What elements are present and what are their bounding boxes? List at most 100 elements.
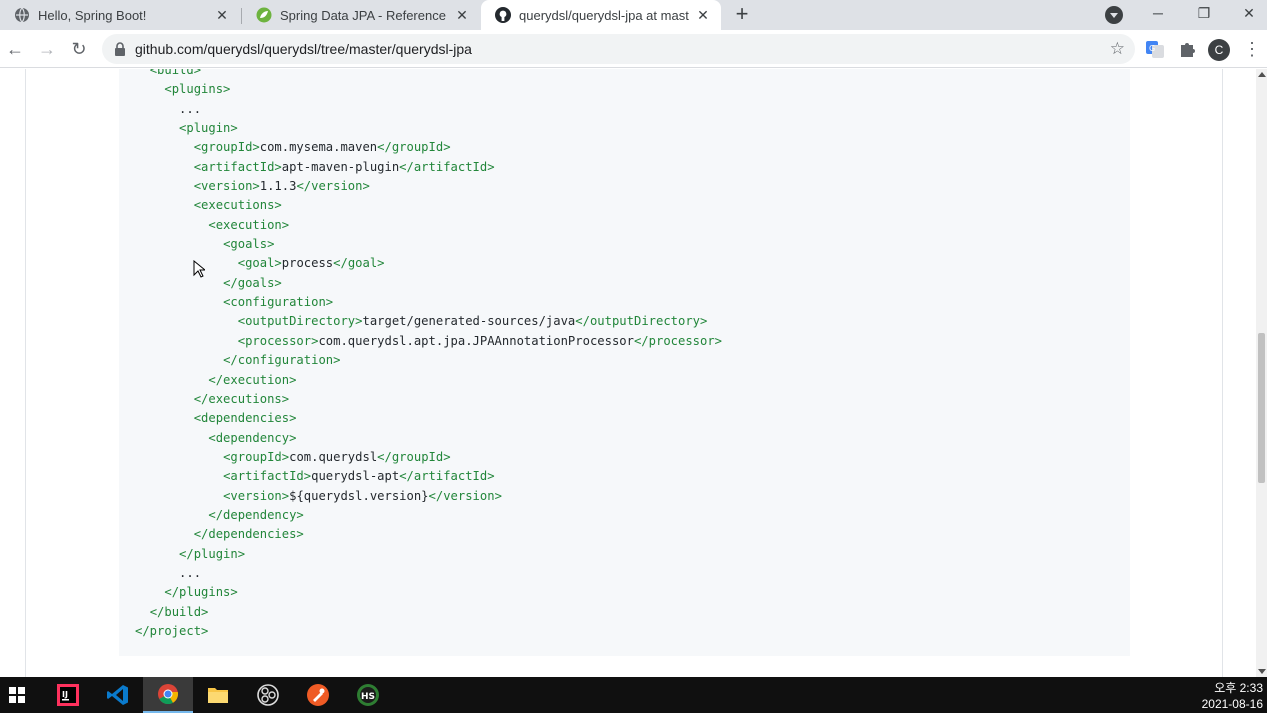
- tab-close-icon[interactable]: ✕: [214, 7, 230, 23]
- xml-tag: </groupId>: [377, 449, 451, 464]
- code-line: </project>: [135, 622, 722, 641]
- extensions-puzzle-icon[interactable]: [1177, 39, 1197, 59]
- xml-tag: <groupId>: [193, 140, 260, 155]
- clock-time: 오후 2:33: [1214, 681, 1263, 695]
- browser-toolbar: ← → ↻ github.com/querydsl/querydsl/tree/…: [0, 30, 1267, 68]
- browser-tab-strip: Hello, Spring Boot! ✕ Spring Data JPA - …: [0, 0, 1267, 30]
- scroll-up-arrow-icon[interactable]: [1258, 72, 1266, 77]
- chrome-icon[interactable]: [143, 677, 193, 713]
- svg-text:HS: HS: [361, 692, 375, 702]
- code-line: </execution>: [135, 371, 722, 390]
- tab-close-icon[interactable]: ✕: [454, 7, 470, 23]
- code-line: </dependencies>: [135, 525, 722, 544]
- xml-tag: <artifactId>: [223, 469, 312, 484]
- code-line: <artifactId>querydsl-apt</artifactId>: [135, 467, 722, 486]
- address-bar[interactable]: github.com/querydsl/querydsl/tree/master…: [102, 34, 1135, 64]
- xml-tag: <processor>: [237, 333, 319, 348]
- minimize-button[interactable]: ─: [1138, 0, 1178, 28]
- xml-tag: </build>: [149, 604, 209, 619]
- xml-tag: <version>: [193, 179, 260, 194]
- xml-text: ...: [179, 101, 202, 116]
- heidisql-icon[interactable]: HS: [343, 677, 393, 713]
- bookmark-star-icon[interactable]: ☆: [1110, 39, 1125, 59]
- scrollbar-thumb[interactable]: [1258, 333, 1265, 483]
- code-line: <processor>com.querydsl.apt.jpa.JPAAnnot…: [135, 332, 722, 351]
- tab-title: querydsl/querydsl-jpa at master: [519, 7, 689, 23]
- xml-tag: </project>: [135, 623, 209, 638]
- xml-text: 1.1.3: [259, 179, 297, 194]
- code-line: </executions>: [135, 390, 722, 409]
- close-window-button[interactable]: ✕: [1229, 0, 1267, 28]
- scroll-down-arrow-icon[interactable]: [1258, 669, 1266, 674]
- xml-text: ${querydsl.version}: [289, 488, 429, 503]
- xml-text: querydsl-apt: [311, 469, 400, 484]
- tab-close-icon[interactable]: ✕: [695, 7, 711, 23]
- code-line: <goals>: [135, 235, 722, 254]
- xml-tag: </plugin>: [179, 546, 246, 561]
- code-line: <groupId>com.querydsl</groupId>: [135, 448, 722, 467]
- browser-menu-icon[interactable]: ⋮: [1243, 39, 1261, 61]
- tab-hello-spring-boot[interactable]: Hello, Spring Boot! ✕: [0, 0, 240, 30]
- code-line: ...: [135, 564, 722, 583]
- code-line: </plugin>: [135, 545, 722, 564]
- code-line: <execution>: [135, 216, 722, 235]
- file-explorer-icon[interactable]: [193, 677, 243, 713]
- tab-search-icon[interactable]: [1105, 6, 1123, 24]
- windows-start-icon[interactable]: [0, 677, 42, 713]
- code-line: <dependency>: [135, 429, 722, 448]
- xml-text: ...: [179, 565, 202, 580]
- vscode-icon[interactable]: [93, 677, 143, 713]
- code-line: <plugin>: [135, 119, 722, 138]
- xml-tag: <dependencies>: [193, 411, 297, 426]
- obs-studio-icon[interactable]: [243, 677, 293, 713]
- clock-date: 2021-08-16: [1201, 697, 1263, 711]
- vertical-scrollbar[interactable]: [1256, 69, 1267, 677]
- url-text[interactable]: github.com/querydsl/querydsl/tree/master…: [135, 41, 472, 57]
- xml-tag: </artifactId>: [399, 159, 495, 174]
- code-line: <artifactId>apt-maven-plugin</artifactId…: [135, 158, 722, 177]
- code-line: </dependency>: [135, 506, 722, 525]
- new-tab-button[interactable]: +: [731, 3, 753, 25]
- code-line: <groupId>com.mysema.maven</groupId>: [135, 138, 722, 157]
- forward-button[interactable]: →: [35, 37, 59, 61]
- google-translate-icon[interactable]: G: [1145, 39, 1165, 59]
- intellij-idea-icon[interactable]: IJ: [43, 677, 93, 713]
- reload-button[interactable]: ↻: [67, 37, 91, 61]
- tab-spring-data-jpa[interactable]: Spring Data JPA - Reference Do ✕: [242, 0, 480, 30]
- xml-tag: </executions>: [193, 391, 290, 406]
- profile-avatar[interactable]: C: [1208, 39, 1230, 61]
- spring-leaf-icon: [256, 7, 272, 23]
- system-clock[interactable]: 오후 2:33 2021-08-16: [1202, 680, 1263, 712]
- back-button[interactable]: ←: [3, 37, 27, 61]
- code-line: <plugins>: [135, 80, 722, 99]
- code-line: <version>${querydsl.version}</version>: [135, 487, 722, 506]
- restore-button[interactable]: ❐: [1184, 0, 1224, 28]
- tab-querydsl-jpa[interactable]: querydsl/querydsl-jpa at master ✕: [481, 0, 721, 30]
- postman-icon[interactable]: [293, 677, 343, 713]
- code-line: </configuration>: [135, 351, 722, 370]
- xml-code: <build> <plugins> ... <plugin> <groupId>…: [135, 69, 722, 641]
- xml-tag: <goals>: [223, 237, 275, 252]
- lock-icon[interactable]: [114, 42, 126, 56]
- xml-tag: </goals>: [223, 275, 282, 290]
- code-line: <version>1.1.3</version>: [135, 177, 722, 196]
- xml-tag: <outputDirectory>: [237, 314, 363, 329]
